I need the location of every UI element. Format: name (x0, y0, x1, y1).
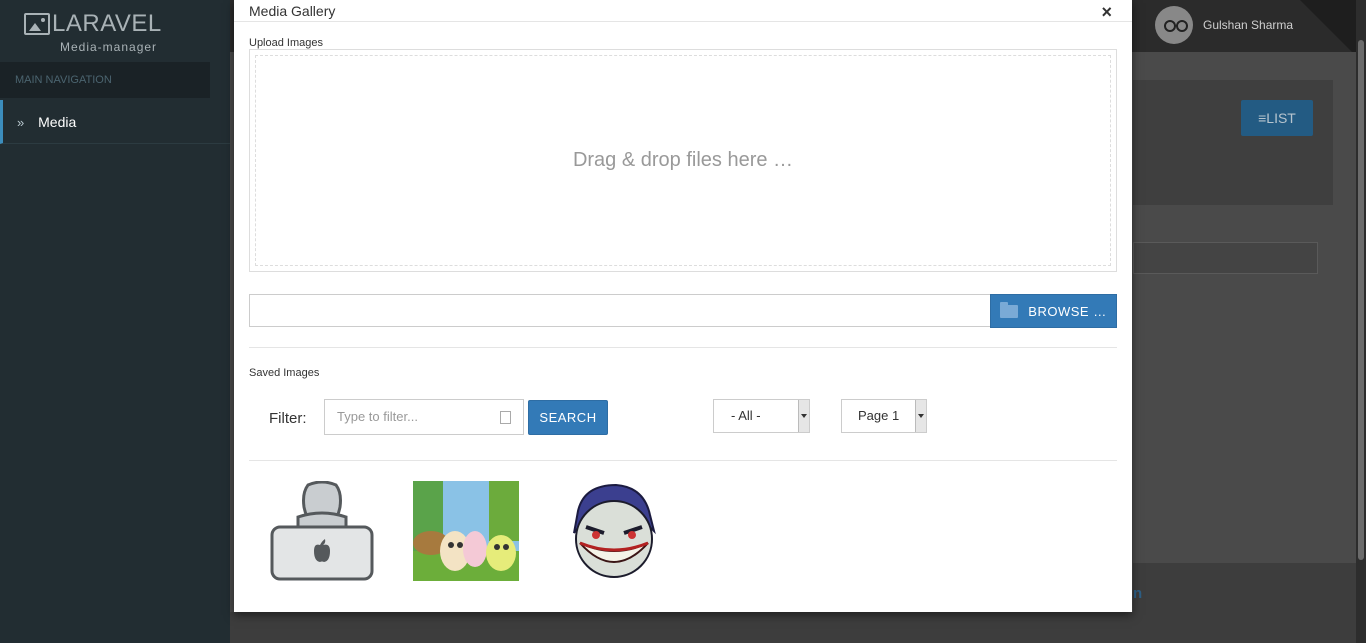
background-footer-left (230, 612, 1133, 643)
divider (249, 347, 1117, 348)
divider (249, 460, 1117, 461)
page-select-value: Page 1 (858, 408, 900, 423)
scrollbar-thumb[interactable] (1358, 40, 1364, 560)
type-select-value: - All - (731, 408, 761, 423)
list-button-label: LIST (1266, 110, 1296, 126)
gallery-thumbnail-chicks[interactable] (413, 481, 519, 581)
saved-images-label: Saved Images (249, 367, 320, 379)
modal-header: Media Gallery × (234, 0, 1132, 22)
folder-open-icon (1000, 301, 1019, 318)
content-panel (1133, 80, 1333, 205)
footer-fragment: n (1133, 585, 1143, 602)
modal-title: Media Gallery (249, 3, 336, 19)
gallery-thumbnail-apple-user[interactable] (268, 481, 376, 581)
sidebar-item-media[interactable]: » Media (0, 100, 230, 144)
browse-label: BROWSE … (1028, 303, 1107, 319)
image-icon (24, 13, 50, 35)
background-input[interactable] (1133, 242, 1318, 274)
app-logo[interactable]: LARAVEL Media-manager (24, 10, 162, 54)
dropzone[interactable]: Drag & drop files here … (249, 49, 1117, 272)
list-button[interactable]: ≡LIST (1241, 100, 1313, 136)
logo-subtitle: Media-manager (60, 40, 158, 54)
filter-placeholder: Type to filter... (337, 409, 418, 424)
close-icon[interactable]: × (1101, 2, 1112, 22)
file-path-input[interactable] (249, 294, 990, 327)
user-name: Gulshan Sharma (1203, 18, 1294, 32)
user-menu[interactable]: Gulshan Sharma (1155, 6, 1293, 44)
type-select[interactable]: - All - (713, 399, 810, 433)
double-chevron-right-icon: » (17, 115, 25, 130)
sidebar: LARAVEL Media-manager MAIN NAVIGATION » … (0, 0, 230, 643)
search-button[interactable]: SEARCH (528, 400, 608, 435)
scrollbar[interactable] (1356, 0, 1366, 643)
browse-button[interactable]: BROWSE … (990, 294, 1117, 328)
filter-input[interactable]: Type to filter... (324, 399, 524, 435)
filter-label: Filter: (269, 410, 307, 427)
chevron-down-icon (915, 400, 926, 432)
calculator-icon (500, 411, 511, 424)
upload-images-label: Upload Images (249, 37, 323, 49)
gallery-thumbnail-joker[interactable] (564, 481, 660, 581)
dropzone-text: Drag & drop files here … (572, 149, 794, 171)
media-gallery-modal: Media Gallery × Upload Images Drag & dro… (234, 0, 1132, 612)
avatar (1155, 6, 1193, 44)
page-select[interactable]: Page 1 (841, 399, 927, 433)
chevron-down-icon (798, 400, 809, 432)
logo-text: LARAVEL (52, 10, 162, 37)
nav-header: MAIN NAVIGATION (0, 62, 210, 98)
sidebar-item-label: Media (38, 114, 77, 130)
background-footer: n (1133, 563, 1356, 643)
